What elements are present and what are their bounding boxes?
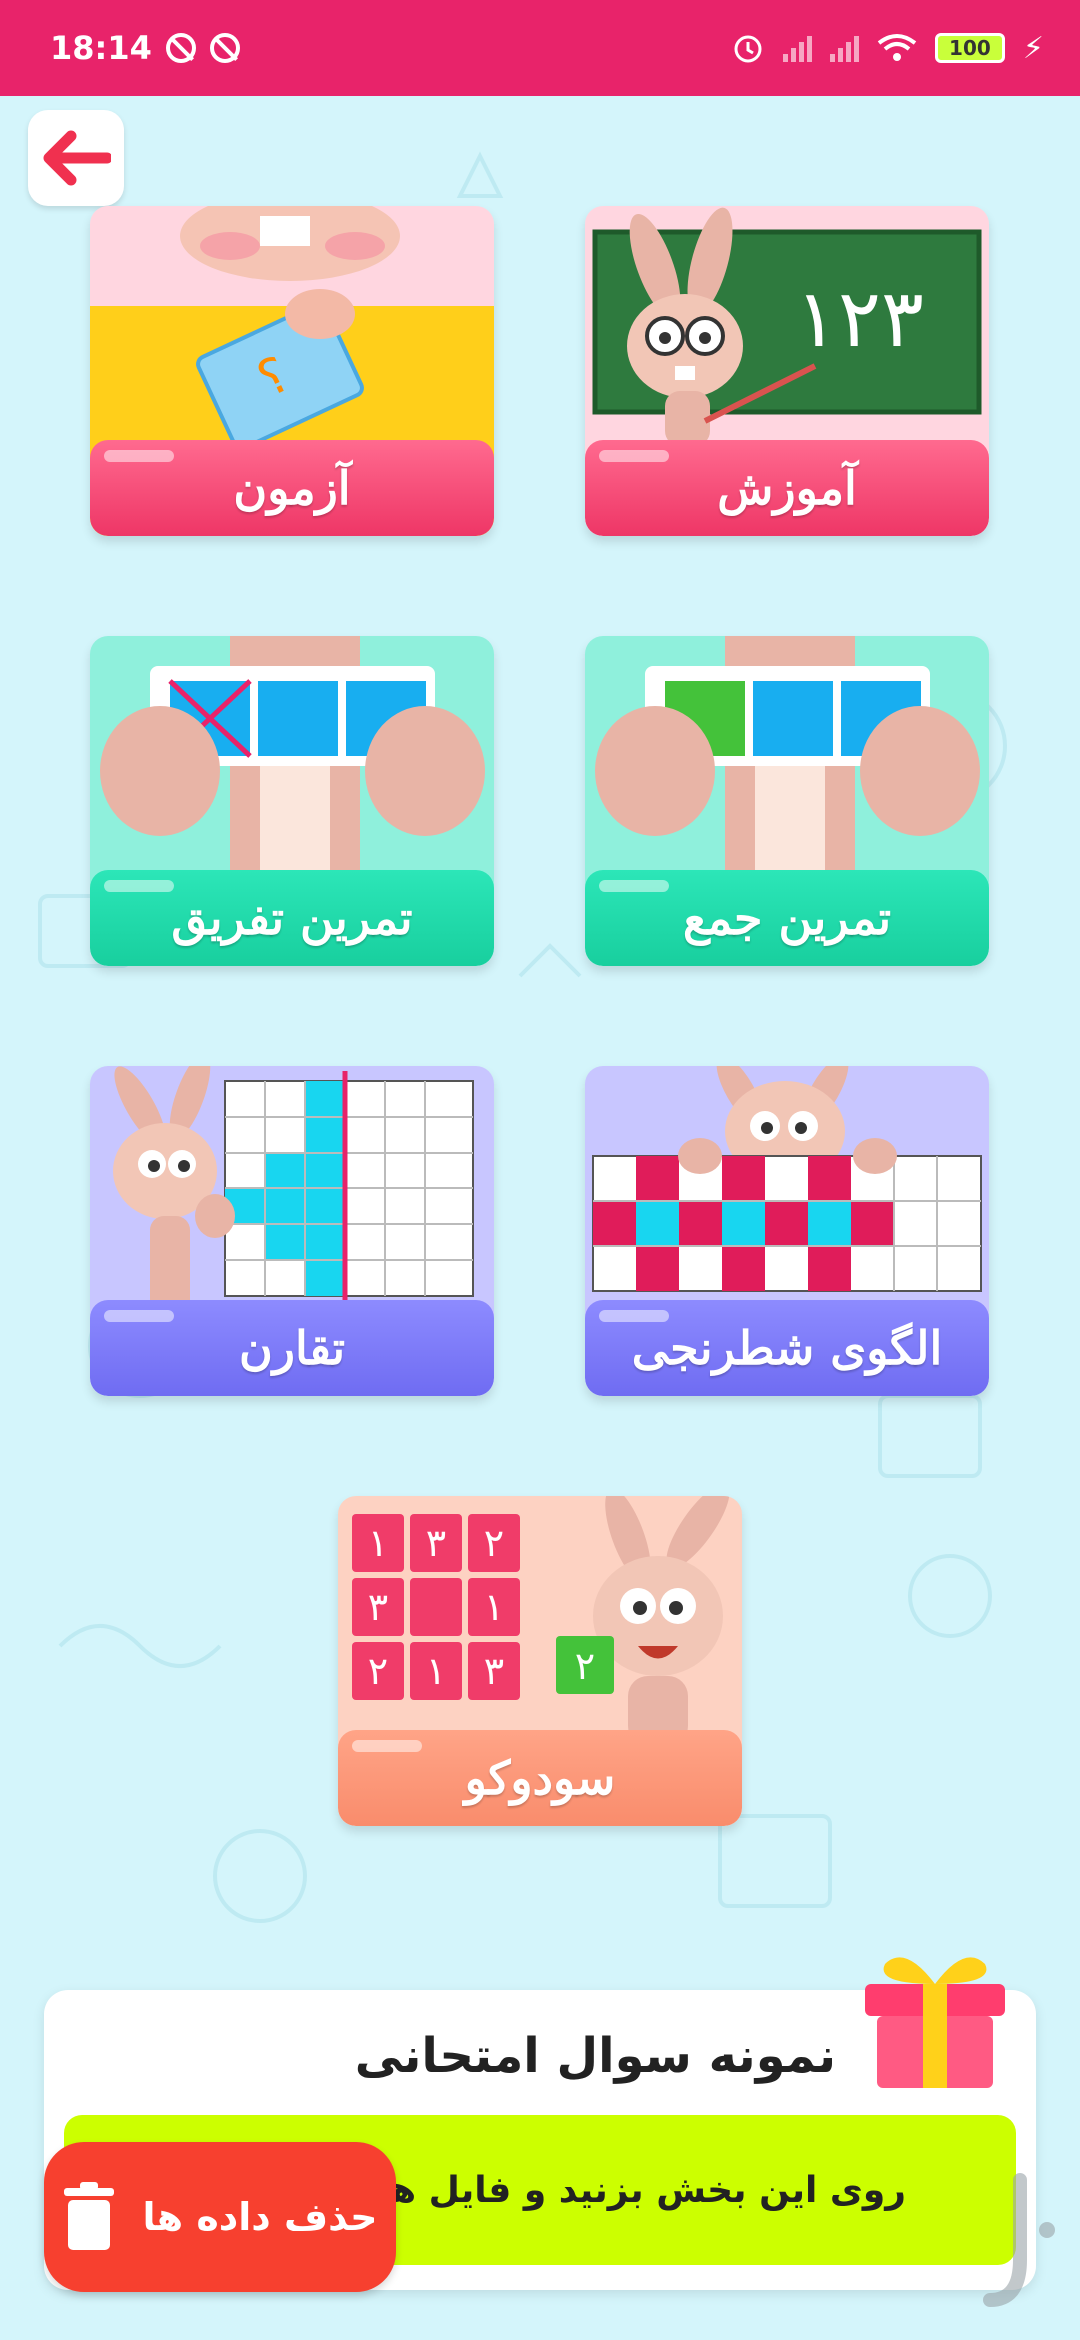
sudoku-cell: ۱ [426,1649,446,1693]
addition-card[interactable]: تمرین جمع [585,636,989,966]
status-time: 18:14 [50,29,152,67]
subtraction-card[interactable]: تمرین تفریق [90,636,494,966]
sudoku-hint: ۲ [575,1644,595,1688]
sudoku-cell: ۳ [426,1521,446,1565]
exam-label: آزمون [90,440,494,536]
wifi-icon [877,34,917,61]
addition-label: تمرین جمع [585,870,989,966]
battery-icon: 100 [934,33,1005,63]
sudoku-cell: ۱ [484,1585,504,1629]
delete-data-label: حذف داده ها [142,2195,378,2239]
sudoku-card[interactable]: ۱ ۳ ۲ ۳ ۱ ۲ ۱ ۳ ۲ سودوکو [338,1496,742,1826]
sudoku-label: سودوکو [338,1730,742,1826]
back-button[interactable] [28,110,124,206]
status-bar: 18:14 100 ⚡ [0,0,1080,96]
signal-icon [782,34,812,62]
checker-pattern-label: الگوی شطرنجی [585,1300,989,1396]
delete-data-button[interactable]: حذف داده ها [44,2142,396,2292]
trash-icon [64,2182,115,2250]
subtraction-label: تمرین تفریق [90,870,494,966]
board-numbers: ۱۲۳ [795,272,924,365]
sudoku-cell: ۳ [484,1649,504,1693]
panel-title: نمونه سوال امتحانی [354,2028,836,2084]
sudoku-cell: ۱ [368,1521,388,1565]
gift-icon [865,1957,1005,2088]
symmetry-card[interactable]: تقارن [90,1066,494,1396]
sudoku-cell: ۲ [484,1521,504,1565]
checker-pattern-card[interactable]: الگوی شطرنجی [585,1066,989,1396]
sudoku-cell: ۳ [368,1585,388,1629]
panel-description: روی این بخش بزنید و فایل ها [377,2169,906,2211]
alarm-icon [734,35,762,63]
signal-icon [829,34,859,62]
blocked-icon [165,33,196,63]
exam-card[interactable]: ؟ آزمون [90,206,494,536]
learning-label: آموزش [585,440,989,536]
bazaar-watermark-icon [983,2173,1055,2307]
symmetry-label: تقارن [90,1300,494,1396]
arrow-left-icon [43,130,111,186]
charging-icon: ⚡ [1022,30,1044,66]
learning-card[interactable]: ۱۲۳ آموزش [585,206,989,536]
sudoku-cell: ۲ [368,1649,388,1693]
blocked-icon [209,33,240,63]
